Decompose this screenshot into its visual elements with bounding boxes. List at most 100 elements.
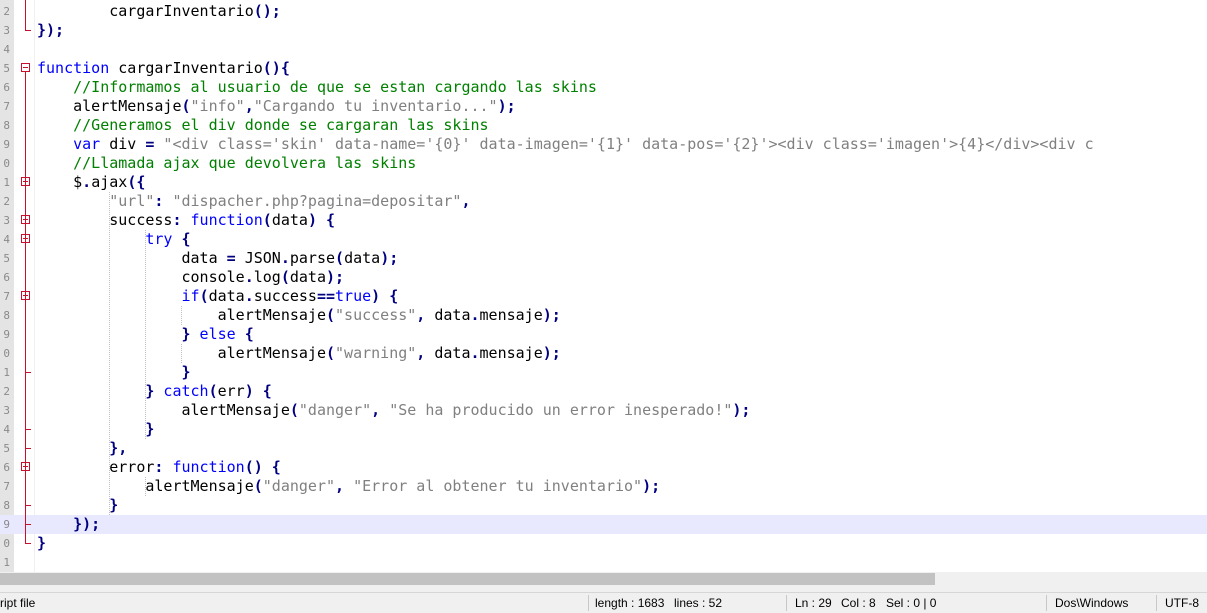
code-token: var [37, 135, 101, 153]
code-line[interactable]: 8 //Generamos el div donde se cargaran l… [0, 116, 1207, 135]
code-token: ( [325, 306, 336, 324]
code-token: , [416, 306, 426, 324]
code-token: "Se ha producido un error inesperado!" [380, 401, 733, 419]
code-token: if [37, 287, 200, 305]
code-line[interactable]: 8 } [0, 496, 1207, 515]
code-line[interactable]: 3 alertMensaje("danger", "Se ha producid… [0, 401, 1207, 420]
code-token: else [190, 325, 236, 343]
code-line[interactable]: 4 [0, 40, 1207, 59]
line-number: 3 [3, 24, 10, 37]
fold-toggle-icon[interactable] [21, 63, 30, 72]
code-line[interactable]: 9 }); [0, 515, 1207, 534]
code-line[interactable]: 7 alertMensaje("danger", "Error al obten… [0, 477, 1207, 496]
code-token: err [217, 382, 245, 400]
code-token: "warning" [335, 344, 417, 362]
code-line[interactable]: 5 }, [0, 439, 1207, 458]
line-number: 7 [3, 480, 10, 493]
code-token: } [37, 382, 155, 400]
code-token: ( [253, 477, 263, 495]
status-length: length : 1683 [595, 596, 665, 610]
code-token: (){ [262, 59, 290, 77]
code-token: . [470, 306, 480, 324]
code-line[interactable]: 7 alertMensaje("info","Cargando tu inven… [0, 97, 1207, 116]
code-line[interactable]: 9 var div = "<div class='skin' data-name… [0, 135, 1207, 154]
line-number: 9 [3, 328, 10, 341]
code-line[interactable]: 2 cargarInventario(); [0, 2, 1207, 21]
line-number: 2 [3, 385, 10, 398]
indent-guide [109, 192, 110, 515]
line-number: 8 [3, 119, 10, 132]
code-token: "danger" [262, 477, 336, 495]
code-line[interactable]: 2 "url": "dispacher.php?pagina=depositar… [0, 192, 1207, 211]
code-text: function cargarInventario(){ [37, 59, 290, 78]
indent-guide [145, 477, 146, 496]
code-text: } [37, 363, 191, 382]
code-token: true [335, 287, 372, 305]
code-token: { [380, 287, 399, 305]
code-text: }); [37, 515, 100, 534]
code-line[interactable]: 5 data = JSON.parse(data); [0, 249, 1207, 268]
code-line[interactable]: 0} [0, 534, 1207, 553]
code-token: ); [542, 306, 561, 324]
code-token: = [226, 249, 236, 267]
code-token: success [37, 211, 173, 229]
code-token: //Generamos el div donde se cargaran las… [37, 116, 489, 134]
code-line[interactable]: 9 } else { [0, 325, 1207, 344]
code-token: "Error al obtener tu inventario" [344, 477, 643, 495]
code-token: function [163, 458, 245, 476]
code-token: ); [642, 477, 661, 495]
code-token: . [470, 344, 480, 362]
code-editor[interactable]: 2 cargarInventario(); 3}); 4 5 function carg… [0, 0, 1207, 572]
code-line[interactable]: 5 function cargarInventario(){ [0, 59, 1207, 78]
line-number: 4 [3, 423, 10, 436]
code-line[interactable]: 1 } [0, 363, 1207, 382]
horizontal-scrollbar[interactable] [0, 572, 1207, 586]
code-line[interactable]: 2 } catch(err) { [0, 382, 1207, 401]
code-line[interactable]: 4 try { [0, 230, 1207, 249]
code-line[interactable]: 6 //Informamos al usuario de que se esta… [0, 78, 1207, 97]
code-token: ) [371, 287, 381, 305]
code-token: , [461, 192, 471, 210]
line-number: 4 [3, 233, 10, 246]
code-token: ); [732, 401, 751, 419]
code-line[interactable]: 1 $.ajax({ [0, 173, 1207, 192]
code-token: parse [289, 249, 336, 267]
code-line[interactable]: 1 [0, 553, 1207, 572]
code-token: == [316, 287, 336, 305]
code-token: error [37, 458, 155, 476]
line-number: 5 [3, 252, 10, 265]
code-line[interactable]: 3 success: function(data) { [0, 211, 1207, 230]
code-token: ajax [91, 173, 128, 191]
indent-guide [145, 230, 146, 439]
horizontal-scrollbar-thumb[interactable] [0, 573, 935, 585]
code-token: JSON [235, 249, 281, 267]
status-divider [786, 595, 787, 611]
code-text: data = JSON.parse(data); [37, 249, 398, 268]
code-line[interactable]: 3}); [0, 21, 1207, 40]
indent-guide [181, 344, 182, 363]
fold-line [25, 0, 26, 30]
code-token: data [37, 249, 227, 267]
code-token: } [37, 496, 119, 514]
line-number: 1 [3, 176, 10, 189]
code-token: "success" [335, 306, 417, 324]
code-text: }, [37, 439, 127, 458]
fold-end-tick [25, 524, 31, 525]
status-col: Col : 8 [841, 596, 876, 610]
code-text: var div = "<div class='skin' data-name='… [37, 135, 1094, 154]
code-token: . [244, 287, 254, 305]
code-token: success [253, 287, 317, 305]
code-line[interactable]: 0 //Llamada ajax que devolvera las skins [0, 154, 1207, 173]
code-token: { [235, 325, 254, 343]
code-line[interactable]: 7 if(data.success==true) { [0, 287, 1207, 306]
code-line[interactable]: 4 } [0, 420, 1207, 439]
line-number: 6 [3, 461, 10, 474]
code-line[interactable]: 6 error: function() { [0, 458, 1207, 477]
code-token: } [37, 363, 191, 381]
line-number: 6 [3, 271, 10, 284]
code-line[interactable]: 6 console.log(data); [0, 268, 1207, 287]
code-token: , [335, 477, 345, 495]
code-token: data [344, 249, 381, 267]
status-eol: Dos\Windows [1055, 596, 1129, 610]
code-text: $.ajax({ [37, 173, 145, 192]
